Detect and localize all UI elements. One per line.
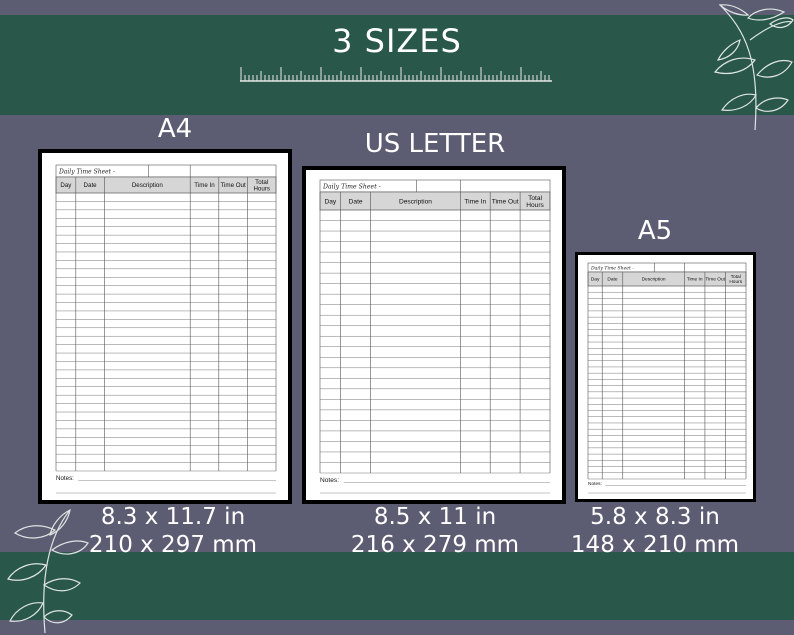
size-label-us-letter: US LETTER [364, 129, 506, 159]
timesheet-table-a4: Daily Time Sheet - Day Date Description Time… [55, 164, 277, 494]
column-header-day: Day [591, 277, 600, 283]
sheet-a5: Daily Time Sheet - Day Date Description Time… [575, 252, 756, 502]
sheet-title: Daily Time Sheet - [590, 265, 634, 271]
column-header-time-out: Time Out [220, 182, 245, 189]
column-header-time-in: Time In [194, 182, 215, 189]
sheet-header-row: DayDateDescriptionTime InTime OutTotalHo… [587, 271, 747, 287]
dims-a4-mm: 210 x 297 mm [88, 532, 258, 558]
timesheet-table-a5: Daily Time Sheet - Day Date Description Time… [587, 262, 747, 494]
sheet-us-letter: Daily Time Sheet - Day Date Description Time… [302, 166, 566, 504]
timesheet-page-a5: Daily Time Sheet - Day Date Description Time… [578, 255, 753, 499]
timesheet-page-a4: Daily Time Sheet - Day Date Description Time… [42, 153, 288, 500]
dims-a5-mm: 148 x 210 mm [570, 532, 740, 558]
column-header-total-hours: Hours [729, 279, 742, 285]
sheet-notes: Notes: [588, 481, 746, 494]
dims-a5: 5.8 x 8.3 in 148 x 210 mm [555, 503, 755, 559]
column-header-day: Day [324, 198, 336, 205]
notes-label: Notes: [320, 477, 339, 484]
notes-label: Notes: [56, 475, 74, 482]
column-header-time-out: Time Out [492, 198, 519, 205]
column-header-description: Description [642, 277, 666, 283]
bottom-banner [0, 552, 794, 620]
ruler-icon [240, 67, 552, 82]
leaf-branch-top-icon [713, 4, 794, 131]
sheet-grid [587, 272, 747, 480]
dims-us-letter: 8.5 x 11 in 216 x 279 mm [330, 503, 540, 559]
sheet-title-bar: Daily Time Sheet - [55, 164, 277, 178]
timesheet-table-us-letter: Daily Time Sheet - Day Date Description Time… [319, 179, 551, 494]
sheet-title-bar: Daily Time Sheet - [319, 179, 551, 193]
sheet-notes: Notes: [320, 477, 550, 494]
column-header-date: Date [84, 182, 98, 189]
column-header-description: Description [399, 198, 432, 205]
sheet-a4: Daily Time Sheet - Day Date Description Time… [38, 149, 292, 504]
column-header-date: Date [349, 198, 363, 205]
sheet-notes: Notes: [56, 475, 276, 494]
sheet-title: Daily Time Sheet - [322, 183, 381, 190]
size-label-a4: A4 [157, 114, 193, 144]
column-header-day: Day [60, 182, 72, 189]
column-header-total-hours: Hours [253, 185, 270, 192]
sheet-grid [319, 192, 551, 474]
sheet-grid [55, 177, 277, 472]
sheet-title: Daily Time Sheet - [58, 168, 115, 175]
sheet-header-row: DayDateDescriptionTime InTime OutTotalHo… [319, 191, 551, 211]
timesheet-page-us-letter: Daily Time Sheet - Day Date Description Time… [306, 170, 562, 500]
column-header-time-in: Time In [464, 198, 486, 205]
sizes-heading: 3 SIZES [332, 22, 462, 60]
column-header-time-out: Time Out [705, 277, 725, 283]
column-header-total-hours: Hours [526, 202, 544, 209]
column-header-description: Description [132, 182, 164, 189]
sheet-title-bar: Daily Time Sheet - [587, 262, 747, 273]
dims-a5-inches: 5.8 x 8.3 in [590, 504, 720, 530]
notes-label: Notes: [588, 481, 602, 487]
dims-us-letter-inches: 8.5 x 11 in [373, 504, 497, 530]
column-header-date: Date [607, 277, 617, 283]
dims-us-letter-mm: 216 x 279 mm [350, 532, 520, 558]
column-header-time-in: Time In [687, 277, 703, 283]
size-label-a5: A5 [637, 216, 673, 246]
dims-a4-inches: 8.3 x 11.7 in [100, 504, 246, 530]
sheet-header-row: DayDateDescriptionTime InTime OutTotalHo… [55, 176, 277, 194]
dims-a4: 8.3 x 11.7 in 210 x 297 mm [68, 503, 278, 559]
